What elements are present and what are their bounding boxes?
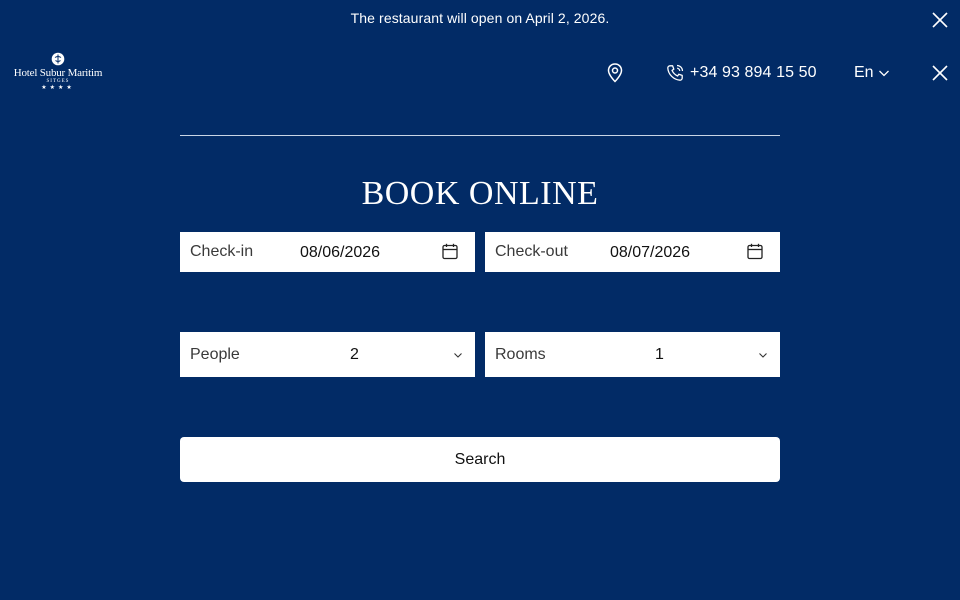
- chevron-down-icon: [759, 353, 767, 358]
- announcement-close-button[interactable]: [930, 10, 950, 30]
- checkout-value: 08/07/2026: [610, 244, 691, 261]
- people-label: People: [190, 346, 240, 363]
- booking-overlay: The restaurant will open on April 2, 202…: [0, 0, 960, 600]
- checkin-value: 08/06/2026: [300, 244, 381, 261]
- hotel-logo[interactable]: Hotel Subur Maritim SITGES ★★★★: [8, 52, 108, 96]
- phone-number: +34 93 894 15 50: [690, 64, 817, 81]
- checkin-label: Check-in: [190, 243, 254, 260]
- people-value: 2: [350, 346, 359, 363]
- chevron-down-icon: [454, 353, 462, 358]
- people-select[interactable]: People 2: [180, 332, 475, 377]
- close-icon: [932, 12, 948, 28]
- chevron-down-icon: [878, 70, 889, 77]
- rooms-value: 1: [655, 346, 664, 363]
- checkout-field[interactable]: Check-out 08/07/2026: [485, 232, 780, 272]
- section-divider: [180, 135, 780, 136]
- checkout-label: Check-out: [495, 243, 568, 260]
- menu-close-button[interactable]: [930, 63, 950, 83]
- phone-icon: [667, 64, 684, 81]
- announcement-bar: The restaurant will open on April 2, 202…: [0, 0, 960, 38]
- logo-name: Hotel Subur Maritim: [13, 67, 103, 79]
- map-pin-icon: [607, 63, 623, 83]
- phone-link[interactable]: +34 93 894 15 50: [666, 62, 817, 84]
- calendar-icon: [747, 243, 763, 260]
- close-icon: [932, 65, 948, 81]
- language-label: En: [854, 64, 874, 81]
- search-button[interactable]: Search: [180, 437, 780, 482]
- announcement-text: The restaurant will open on April 2, 202…: [350, 10, 610, 26]
- language-selector[interactable]: En: [854, 62, 890, 84]
- calendar-icon: [442, 243, 458, 260]
- location-button[interactable]: [605, 62, 625, 84]
- logo-emblem-icon: [51, 52, 65, 66]
- checkin-field[interactable]: Check-in 08/06/2026: [180, 232, 475, 272]
- logo-stars: ★★★★: [41, 85, 75, 91]
- rooms-select[interactable]: Rooms 1: [485, 332, 780, 377]
- rooms-label: Rooms: [495, 346, 546, 363]
- booking-title: BOOK ONLINE: [361, 175, 599, 212]
